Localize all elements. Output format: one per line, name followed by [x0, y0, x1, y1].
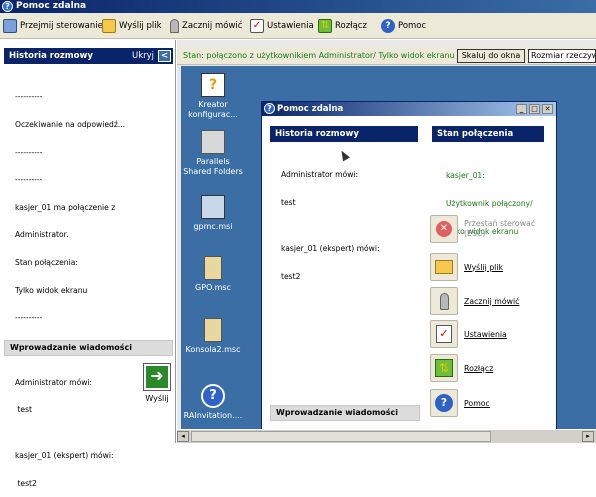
close-button[interactable]: ✕ [542, 104, 553, 114]
send-file-icon [102, 19, 116, 33]
help-icon: ? [435, 394, 453, 412]
scroll-left-arrow-icon[interactable]: ◂ [177, 431, 189, 442]
size-select[interactable]: Rozmiar rzeczywis [528, 49, 596, 63]
disconnect-icon: ⇅ [435, 359, 453, 377]
toolbar: Przejmij sterowanie Wyślij plik Zacznij … [0, 13, 596, 39]
connection-status-text: Stan: połączono z użytkownikiem Administ… [183, 51, 455, 60]
scroll-right-arrow-icon[interactable]: ▸ [582, 431, 594, 442]
help-button[interactable]: ? Pomoc [381, 17, 426, 35]
send-arrow-icon[interactable]: ➜ [143, 363, 171, 391]
inner-send-file-button[interactable]: Wyślij plik [430, 252, 550, 282]
take-control-button[interactable]: Przejmij sterowanie [3, 17, 103, 35]
scale-to-window-button[interactable]: Skaluj do okna [457, 49, 525, 63]
collapse-chevron-icon[interactable]: < [158, 50, 171, 62]
desktop-icon-gpmc[interactable]: gpmc.msi [182, 195, 244, 232]
help-icon: ? [2, 1, 13, 12]
minimize-button[interactable]: _ [516, 104, 527, 114]
wizard-icon: ? [201, 73, 225, 97]
inner-chat-history: Administrator mówi: test kasjer_01 (eksp… [281, 170, 380, 281]
inner-settings-button[interactable]: ✓ Ustawienia [430, 319, 550, 349]
shared-folders-icon [201, 130, 225, 154]
scrollbar-thumb[interactable] [191, 431, 491, 442]
microphone-icon [439, 292, 449, 310]
help-invitation-icon: ? [201, 384, 225, 408]
desktop-icon-konsola2[interactable]: Konsola2.msc [182, 318, 244, 355]
msc-console-icon [204, 256, 222, 280]
inner-disconnect-button[interactable]: ⇅ Rozłącz [430, 353, 550, 383]
settings-checklist-icon: ✓ [436, 325, 452, 343]
desktop-icon-wizard[interactable]: ? Kreator konfigurac... [182, 73, 244, 120]
microphone-icon [170, 19, 179, 33]
window-title: Pomoc zdalna [16, 1, 87, 11]
disconnect-icon: ⇅ [318, 19, 332, 33]
help-icon: ? [264, 103, 275, 114]
connection-status-header: Stan połączenia [432, 126, 544, 142]
desktop-icon-gpo[interactable]: GPO.msc [182, 256, 244, 293]
stop-control-icon: ✕ [436, 221, 452, 237]
maximize-button[interactable]: □ [529, 104, 540, 114]
chat-history-log: ---------- Oczekiwanie na odpowiedź... -… [15, 92, 126, 488]
window-title-bar: ? Pomoc zdalna [0, 0, 596, 13]
hide-link[interactable]: Ukryj [132, 48, 154, 64]
disconnect-button[interactable]: ⇅ Rozłącz [318, 17, 367, 35]
status-bar: Stan: połączono z użytkownikiem Administ… [177, 47, 596, 65]
help-icon: ? [381, 19, 395, 33]
horizontal-scrollbar[interactable]: ◂ ▸ [177, 429, 596, 443]
inner-message-input-header: Wprowadzanie wiadomości [270, 405, 420, 421]
desktop-icon-rainvitation[interactable]: ? RAInvitation.... [182, 384, 244, 421]
inner-history-header: Historia rozmowy [270, 126, 418, 142]
start-talking-button[interactable]: Zacznij mówić [170, 17, 242, 35]
message-input[interactable] [4, 357, 140, 407]
take-control-icon [3, 19, 17, 33]
inner-start-talking-button[interactable]: Zacznij mówić [430, 286, 550, 316]
send-file-icon [435, 260, 453, 274]
send-button[interactable]: Wyślij [142, 394, 172, 403]
settings-checklist-icon: ✓ [250, 19, 264, 33]
message-input-header: Wprowadzanie wiadomości [4, 340, 173, 356]
history-header: Historia rozmowy Ukryj < [4, 48, 173, 64]
desktop-icon-shared-folders[interactable]: Parallels Shared Folders [182, 130, 244, 177]
settings-button[interactable]: ✓ Ustawienia [250, 17, 314, 35]
send-file-button[interactable]: Wyślij plik [102, 17, 162, 35]
msc-console-icon [204, 318, 222, 342]
msi-installer-icon [201, 195, 225, 219]
inner-help-button[interactable]: ? Pomoc [430, 388, 550, 418]
stop-control-button[interactable]: ✕ Przestań sterować (ESC) [430, 214, 550, 244]
inner-dialog-title-bar: ? Pomoc zdalna _ □ ✕ [262, 102, 556, 116]
